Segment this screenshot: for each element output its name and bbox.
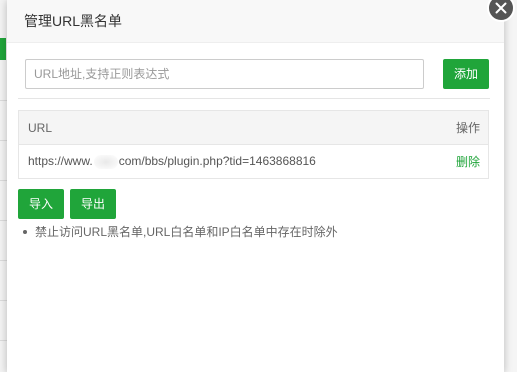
url-suffix: com/bbs/plugin.php?tid=1463868816 [118,154,316,169]
background-active-marker [0,38,6,60]
dialog-title: 管理URL黑名单 [7,0,504,43]
add-button[interactable]: 添加 [443,59,489,89]
url-prefix: https://www. [28,154,93,169]
export-button[interactable]: 导出 [70,189,116,219]
column-header-action: 操作 [455,121,480,135]
url-table: URL 操作 https://www. com/bbs/plugin.php?ti… [18,110,489,179]
url-input[interactable] [25,59,424,89]
url-blacklist-dialog: 管理URL黑名单 添加 URL 操作 https://www. com/bbs/p… [7,0,504,372]
table-row: https://www. com/bbs/plugin.php?tid=14638… [19,145,488,178]
note-item: 禁止访问URL黑名单,URL白名单和IP白名单中存在时除外 [21,223,338,241]
close-icon [495,2,507,14]
url-cell: https://www. com/bbs/plugin.php?tid=14638… [28,154,316,169]
divider [18,98,490,99]
table-header: URL 操作 [19,111,488,145]
import-button[interactable]: 导入 [18,189,64,219]
column-header-url: URL [28,120,53,135]
help-notes: 禁止访问URL黑名单,URL白名单和IP白名单中存在时除外 [21,223,338,241]
redacted-mark [93,154,118,169]
background-right-edge [503,0,517,372]
delete-link[interactable]: 删除 [456,153,480,170]
